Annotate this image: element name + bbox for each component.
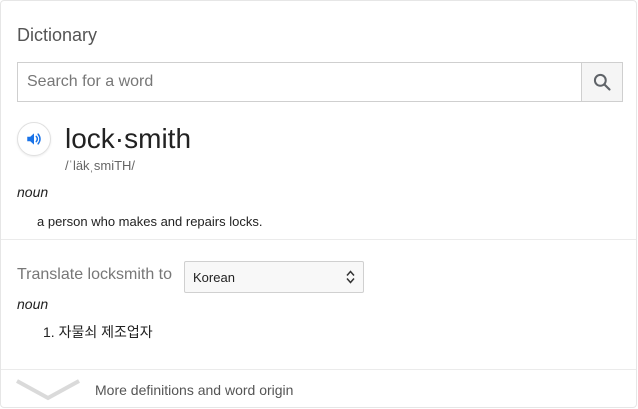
- speaker-icon: [27, 133, 41, 145]
- search-box: [17, 62, 623, 102]
- pronunciation-button[interactable]: [17, 122, 51, 156]
- search-input[interactable]: [18, 63, 581, 101]
- translation-item: 1. 자물쇠 제조업자: [43, 324, 153, 340]
- phonetic-spelling: /ˈläkˌsmiTH/: [65, 158, 136, 173]
- chevron-down-icon: [16, 379, 80, 401]
- translation-part-of-speech: noun: [17, 296, 49, 312]
- headword: lock·smith: [65, 123, 192, 154]
- search-button[interactable]: [581, 63, 622, 101]
- translate-label: Translate locksmith to: [17, 266, 173, 283]
- definition-text: a person who makes and repairs locks.: [37, 214, 263, 229]
- select-arrows-icon: [346, 270, 355, 284]
- language-select-value: Korean: [193, 269, 235, 285]
- search-icon: [593, 73, 611, 91]
- part-of-speech: noun: [17, 184, 49, 200]
- dictionary-heading: Dictionary: [17, 25, 98, 45]
- language-select[interactable]: Korean: [184, 261, 364, 293]
- more-definitions-label: More definitions and word origin: [95, 382, 294, 398]
- divider: [1, 239, 636, 240]
- more-definitions-button[interactable]: More definitions and word origin: [1, 370, 636, 407]
- dictionary-card: Dictionary lock·smith /ˈläkˌsmiTH/ noun …: [0, 0, 637, 408]
